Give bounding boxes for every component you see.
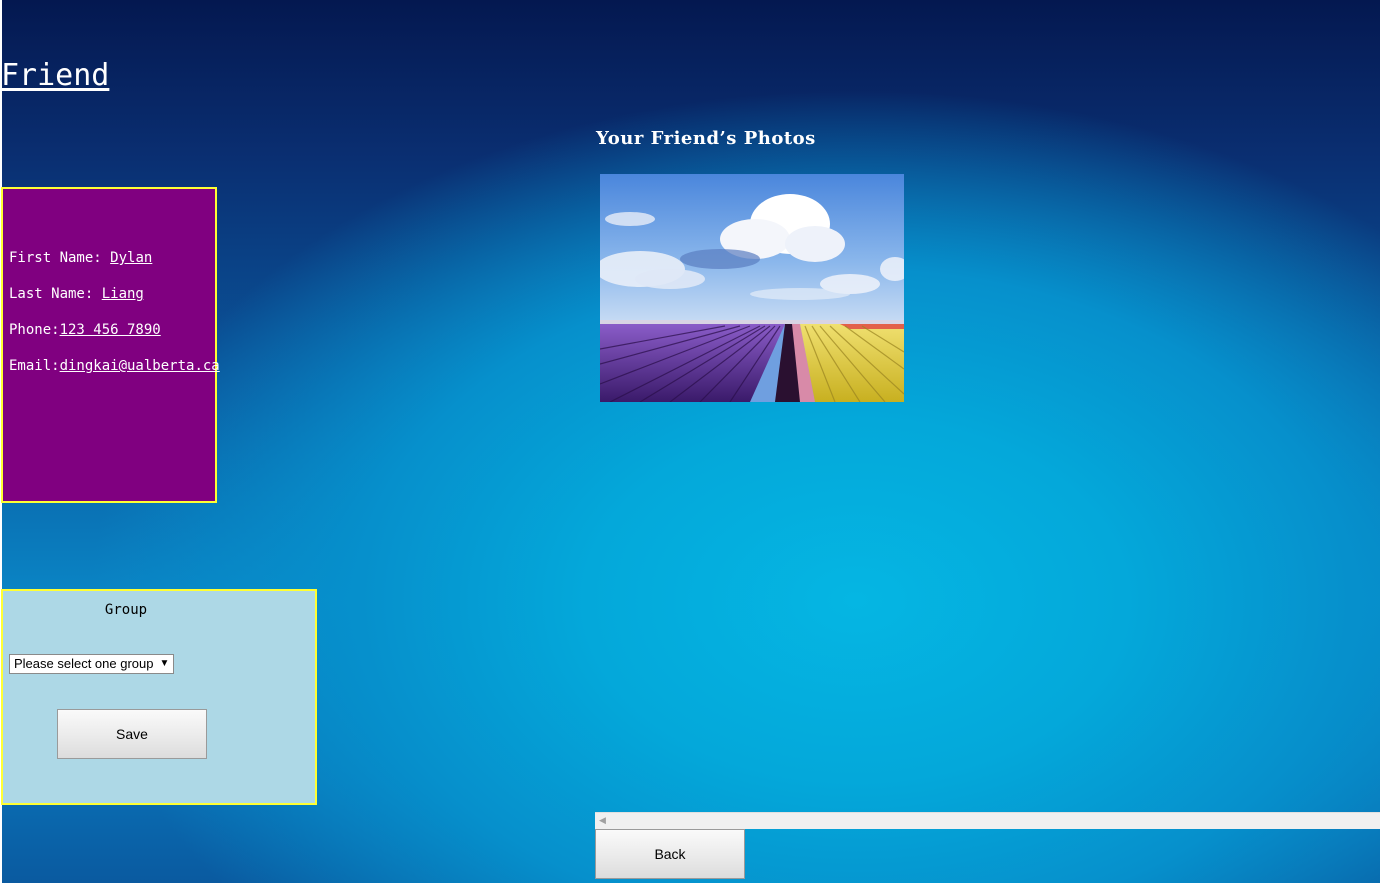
tulip-field-image [600, 174, 904, 402]
first-name-row: First Name: Dylan [9, 250, 152, 266]
group-select[interactable]: Please select one group ▼ [9, 654, 175, 674]
phone-row: Phone:123 456 7890 [9, 322, 161, 338]
page-title-link[interactable]: Friend [1, 58, 109, 93]
photos-heading: Your Friend’s Photos [596, 128, 816, 149]
group-select-value: Please select one group [14, 656, 154, 671]
last-name-row: Last Name: Liang [9, 286, 144, 302]
friend-photo[interactable] [600, 174, 904, 402]
group-panel: Group Please select one group ▼ Save [1, 589, 317, 805]
phone-value[interactable]: 123 456 7890 [60, 322, 161, 338]
save-button[interactable]: Save [57, 709, 207, 759]
email-row: Email:dingkai@ualberta.ca [9, 358, 220, 374]
first-name-value[interactable]: Dylan [110, 250, 152, 266]
first-name-label: First Name: [9, 250, 111, 266]
last-name-value[interactable]: Liang [102, 286, 144, 302]
email-value[interactable]: dingkai@ualberta.ca [60, 358, 220, 374]
last-name-label: Last Name: [9, 286, 102, 302]
chevron-down-icon: ▼ [159, 658, 170, 669]
phone-label: Phone: [9, 322, 60, 338]
email-label: Email: [9, 358, 60, 374]
friend-info-panel: First Name: Dylan Last Name: Liang Phone… [1, 187, 220, 503]
group-label: Group [104, 602, 148, 618]
scroll-left-arrow-icon[interactable]: ◀ [599, 816, 606, 826]
back-button[interactable]: Back [595, 829, 745, 879]
horizontal-scrollbar[interactable]: ◀ [595, 812, 1380, 829]
